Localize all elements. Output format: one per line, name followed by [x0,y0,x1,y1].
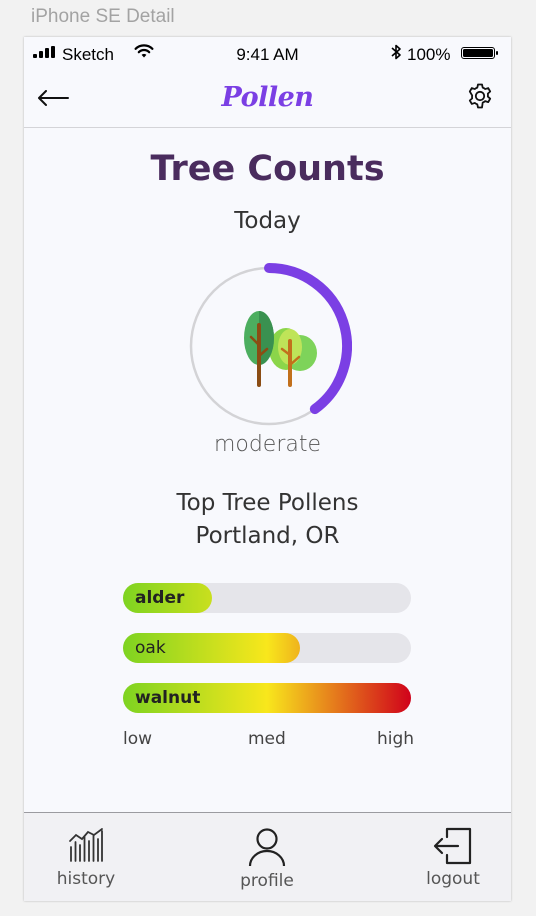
profile-icon [248,828,286,867]
tab-label: history [56,869,116,889]
history-icon [69,828,103,862]
bluetooth-icon [391,44,401,60]
tab-bar: history profile logout [24,812,511,901]
logout-icon [433,827,472,865]
brand-logo: Pollen [221,82,314,113]
scale-low-label: low [123,729,153,749]
scale-high-label: high [377,729,415,749]
section-title: Top Tree Pollens Portland, OR [24,487,511,553]
gear-icon[interactable] [466,82,494,110]
pollen-name: alder [135,588,185,608]
location-label: Portland, OR [195,523,340,549]
tab-label: logout [426,869,480,889]
tab-label: profile [240,871,294,891]
artboard-title: iPhone SE Detail [31,6,175,27]
pollen-name: walnut [135,688,201,708]
tree-icon [244,311,317,387]
day-label: Today [234,208,301,234]
tab-history[interactable]: history [26,813,146,901]
pollen-name: oak [135,638,166,658]
pollen-bar-oak: oak [123,633,411,663]
pollen-level-gauge [189,263,352,426]
pollen-bar-walnut: walnut [123,683,411,713]
level-label: moderate [213,432,322,457]
page-title: Tree Counts [150,149,385,189]
scale-med-label: med [248,729,286,749]
status-bar: Sketch 9:41 AM 100% [24,37,511,69]
tab-logout[interactable]: logout [393,813,511,901]
phone-screen: Sketch 9:41 AM 100% Pollen Tree Counts T… [24,37,511,901]
nav-bar: Pollen [24,69,511,128]
tab-profile[interactable]: profile [207,813,327,901]
battery-icon [461,47,498,59]
pollen-bar-alder: alder [123,583,411,613]
battery-percent: 100% [407,45,451,64]
section-title-line1: Top Tree Pollens [176,490,359,516]
